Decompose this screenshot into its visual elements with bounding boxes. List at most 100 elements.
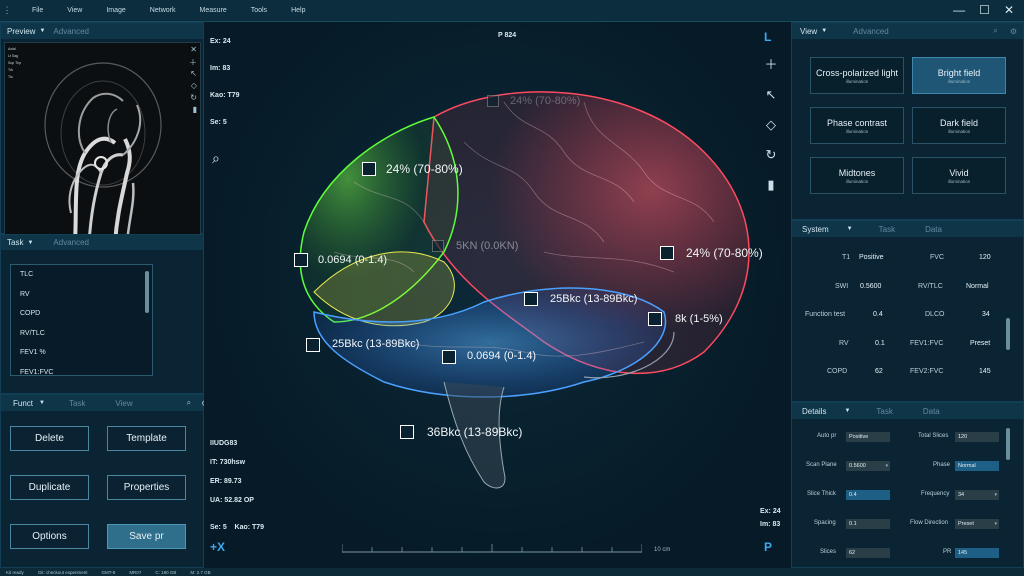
search-icon[interactable]: ⌕ bbox=[993, 26, 997, 36]
details-value[interactable]: 34 ▾ bbox=[955, 490, 999, 500]
tab-task[interactable]: Task bbox=[876, 407, 892, 416]
illumination-dark-field[interactable]: Dark field illumination bbox=[912, 107, 1006, 144]
marker[interactable] bbox=[524, 292, 538, 306]
main-viewer[interactable]: Ex: 24 Im: 83 Kao: T79 Se: 5 P 824 ⌕ IIU… bbox=[204, 22, 791, 568]
tile-title: Cross-polarized light bbox=[815, 68, 899, 78]
lasso-icon[interactable]: ◇ bbox=[191, 81, 197, 90]
pointer-icon[interactable]: ↖ bbox=[764, 88, 778, 102]
tab-data[interactable]: Data bbox=[923, 407, 940, 416]
delete-button[interactable]: Delete bbox=[10, 426, 89, 451]
marker[interactable] bbox=[487, 95, 499, 107]
menu-image[interactable]: Image bbox=[106, 7, 125, 14]
search-icon[interactable]: ⌕ bbox=[212, 150, 220, 167]
close-icon[interactable]: ✕ bbox=[1004, 3, 1014, 17]
rotate-icon[interactable]: ↻ bbox=[190, 93, 197, 102]
tab-system[interactable]: System bbox=[802, 225, 829, 234]
menu-file[interactable]: File bbox=[32, 7, 43, 14]
details-value[interactable]: 120 bbox=[955, 432, 999, 442]
marker[interactable] bbox=[306, 338, 320, 352]
tab-advanced[interactable]: Advanced bbox=[853, 27, 889, 36]
details-value-text: Preset bbox=[958, 521, 974, 527]
menu-help[interactable]: Help bbox=[291, 7, 305, 14]
list-scrollbar[interactable] bbox=[145, 271, 149, 313]
menu-tools[interactable]: Tools bbox=[251, 7, 267, 14]
task-list[interactable]: TLC RV COPD RV/TLC FEV1 % FEV1:FVC bbox=[10, 264, 153, 376]
details-value[interactable]: 0.1 bbox=[846, 519, 890, 529]
system-scrollbar[interactable] bbox=[1006, 318, 1010, 350]
tab-advanced[interactable]: Advanced bbox=[53, 238, 89, 247]
tab-task[interactable]: Task bbox=[879, 225, 895, 234]
marker[interactable] bbox=[442, 350, 456, 364]
list-item[interactable]: COPD bbox=[11, 304, 152, 324]
chevron-down-icon[interactable]: ▼ bbox=[847, 226, 853, 232]
tab-view[interactable]: View bbox=[115, 399, 132, 408]
chevron-down-icon[interactable]: ▼ bbox=[27, 240, 33, 246]
list-item[interactable]: RV bbox=[11, 285, 152, 305]
preview-thumbnail[interactable]: Axial Lt Sag Sup Thp Trk Tlo +X P bbox=[4, 42, 201, 245]
info-id: IIUDG83 bbox=[210, 440, 238, 447]
details-value[interactable]: Preset ▾ bbox=[955, 519, 999, 529]
lasso-icon[interactable]: ◇ bbox=[764, 118, 778, 132]
chevron-down-icon: ▾ bbox=[994, 492, 997, 498]
properties-button[interactable]: Properties bbox=[107, 475, 186, 500]
minimize-icon[interactable]: — bbox=[953, 3, 965, 17]
marker[interactable] bbox=[294, 253, 308, 267]
app-menu-icon[interactable]: ⋮ bbox=[0, 5, 14, 16]
tile-title: Bright field bbox=[937, 68, 981, 78]
marker[interactable] bbox=[660, 246, 674, 260]
tab-funct[interactable]: Funct bbox=[13, 399, 33, 408]
marker[interactable] bbox=[400, 425, 414, 439]
annotation-label: 5KN (0.0KN) bbox=[456, 240, 519, 252]
marker[interactable] bbox=[648, 312, 662, 326]
list-item[interactable]: TLC bbox=[11, 265, 152, 285]
tab-details[interactable]: Details bbox=[802, 407, 826, 416]
options-button[interactable]: Options bbox=[10, 524, 89, 549]
details-value[interactable]: 62 bbox=[846, 548, 890, 558]
template-button[interactable]: Template bbox=[107, 426, 186, 451]
duplicate-button[interactable]: Duplicate bbox=[10, 475, 89, 500]
gear-icon[interactable]: ⚙ bbox=[1010, 27, 1017, 36]
illumination-bright-field[interactable]: Bright field illumination bbox=[912, 57, 1006, 94]
illumination-cross-polarized[interactable]: Cross-polarized light illumination bbox=[810, 57, 904, 94]
details-value[interactable]: 0.5600 ▾ bbox=[846, 461, 890, 471]
search-icon[interactable]: ⌕ bbox=[187, 398, 191, 408]
tab-task[interactable]: Task bbox=[7, 238, 23, 247]
trash-icon[interactable]: ▮ bbox=[193, 105, 197, 114]
maximize-icon[interactable]: ☐ bbox=[979, 3, 990, 17]
details-value[interactable]: 145 bbox=[955, 548, 999, 558]
tab-preview[interactable]: Preview bbox=[7, 27, 35, 36]
tab-advanced[interactable]: Advanced bbox=[53, 27, 89, 36]
chevron-down-icon[interactable]: ▼ bbox=[39, 28, 45, 34]
menu-view[interactable]: View bbox=[67, 7, 82, 14]
tab-data[interactable]: Data bbox=[925, 225, 942, 234]
illumination-midtones[interactable]: Midtones illumination bbox=[810, 157, 904, 194]
tab-view[interactable]: View bbox=[800, 27, 817, 36]
details-value[interactable]: Positive bbox=[846, 432, 890, 442]
list-item[interactable]: RV/TLC bbox=[11, 324, 152, 344]
tab-task[interactable]: Task bbox=[69, 399, 85, 408]
trash-icon[interactable]: ▮ bbox=[764, 178, 778, 192]
rotate-icon[interactable]: ↻ bbox=[764, 148, 778, 162]
annotation-label: 36Bkc (13-89Bkc) bbox=[427, 425, 523, 439]
menu-measure[interactable]: Measure bbox=[199, 7, 226, 14]
marker[interactable] bbox=[432, 240, 444, 252]
tile-sub: illumination bbox=[947, 129, 971, 134]
menu-network[interactable]: Network bbox=[150, 7, 176, 14]
details-value[interactable]: Normal bbox=[955, 461, 999, 471]
plus-icon[interactable]: ＋ bbox=[764, 58, 778, 72]
list-item[interactable]: FEV1 % bbox=[11, 343, 152, 363]
preview-label-1: Axial bbox=[8, 47, 16, 51]
save-button[interactable]: Save pr bbox=[107, 524, 186, 549]
illumination-vivid[interactable]: Vivid illumination bbox=[912, 157, 1006, 194]
chevron-down-icon[interactable]: ▼ bbox=[39, 400, 45, 406]
chevron-down-icon[interactable]: ▼ bbox=[844, 408, 850, 414]
details-scrollbar[interactable] bbox=[1006, 428, 1010, 460]
close-icon[interactable]: ✕ bbox=[190, 45, 197, 54]
marker[interactable] bbox=[362, 162, 376, 176]
pointer-icon[interactable]: ↖ bbox=[190, 69, 197, 78]
chevron-down-icon[interactable]: ▼ bbox=[821, 28, 827, 34]
details-value[interactable]: 0.4 bbox=[846, 490, 890, 500]
plus-icon[interactable]: ＋ bbox=[189, 57, 197, 68]
list-item[interactable]: FEV1:FVC bbox=[11, 363, 152, 383]
illumination-phase-contrast[interactable]: Phase contrast illumination bbox=[810, 107, 904, 144]
